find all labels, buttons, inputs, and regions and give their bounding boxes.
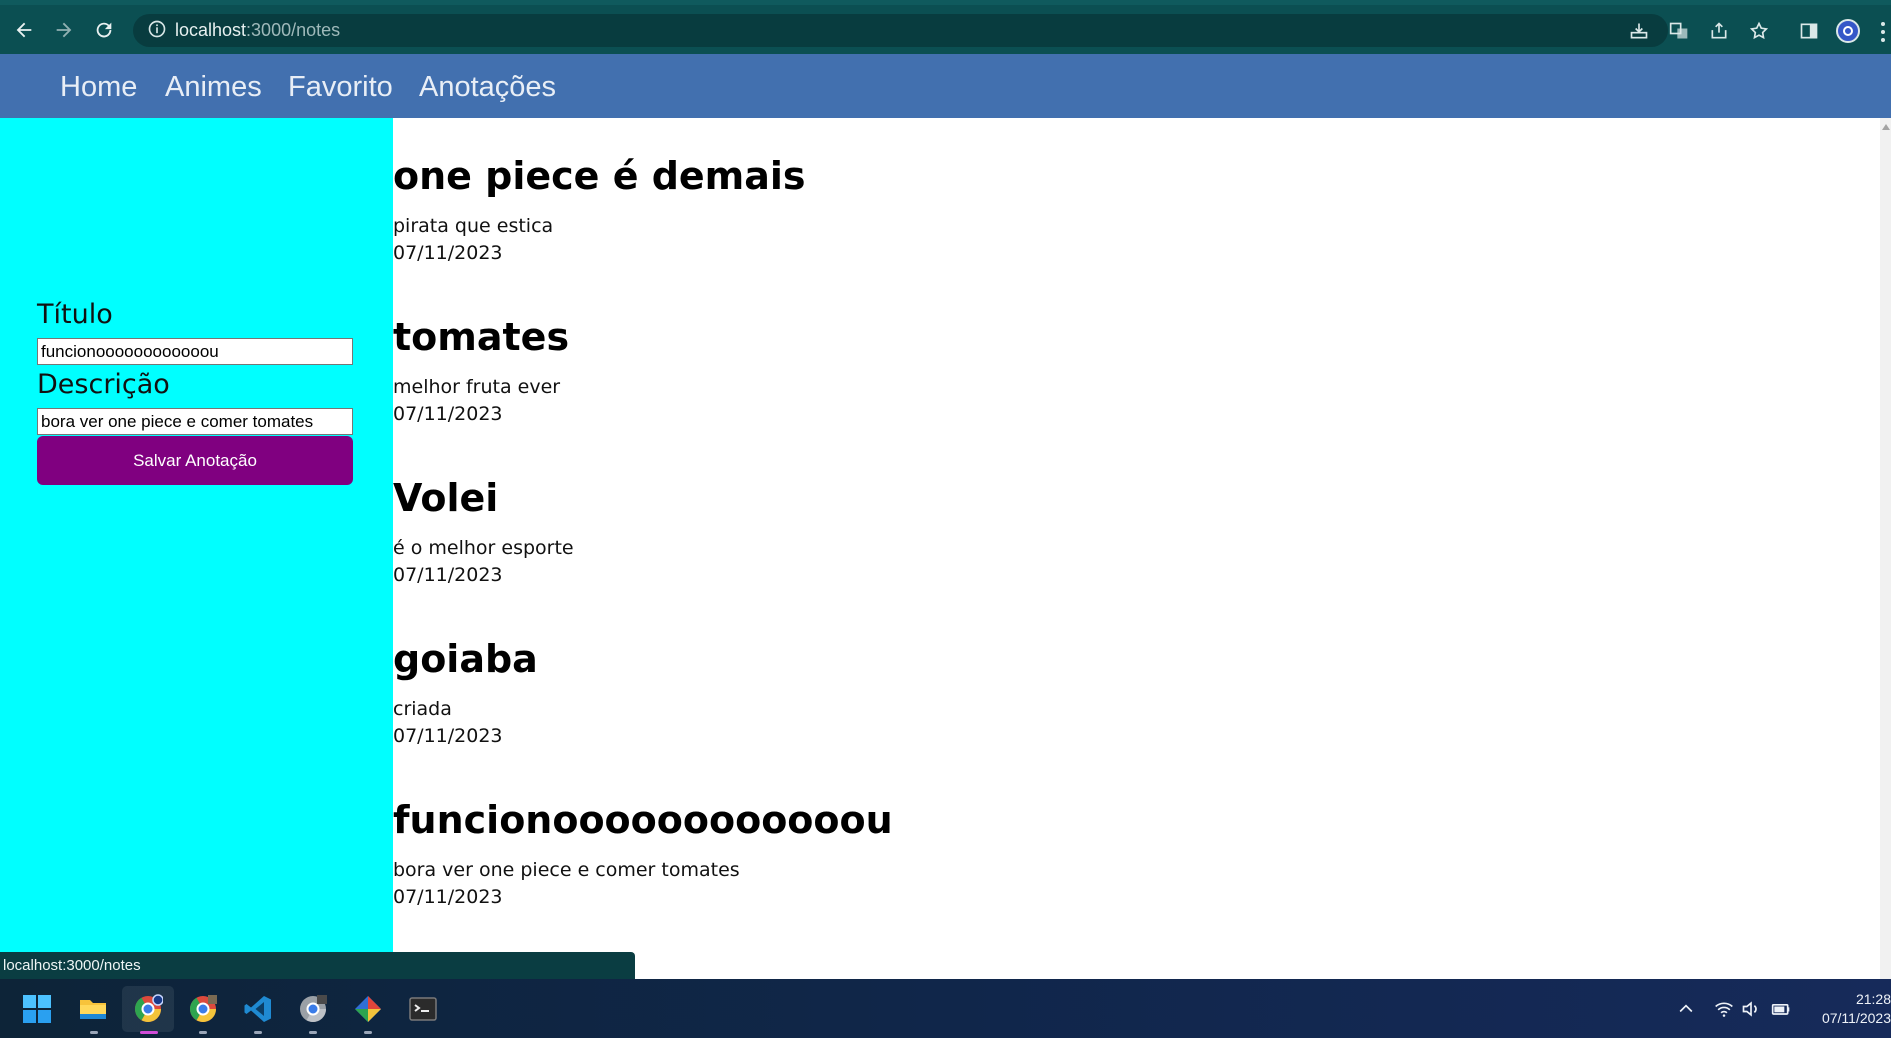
note-description: criada [393, 698, 452, 720]
title-label: Título [37, 299, 113, 330]
site-info-icon[interactable] [147, 19, 169, 41]
note-form-sidebar: Título funcionoooooooooooou Descrição bo… [0, 118, 393, 979]
address-url[interactable]: localhost:3000/notes [175, 19, 340, 41]
notes-list: one piece é demais pirata que estica 07/… [393, 118, 1880, 979]
app-running-indicator [364, 1031, 372, 1034]
chrome-profile-icon[interactable] [131, 992, 165, 1026]
page-scrollbar[interactable] [1880, 118, 1891, 979]
note-item: one piece é demais pirata que estica 07/… [393, 153, 1793, 267]
note-title: funcionoooooooooooou [393, 798, 893, 842]
back-icon[interactable] [9, 15, 39, 45]
windows-taskbar: 21:28 07/11/2023 [0, 979, 1891, 1038]
git-tool-icon[interactable] [351, 992, 385, 1026]
description-input[interactable]: bora ver one piece e comer tomates [37, 408, 353, 435]
wifi-icon[interactable] [1714, 999, 1736, 1021]
file-explorer-icon[interactable] [76, 992, 110, 1026]
note-title: goiaba [393, 637, 538, 681]
nav-link-animes[interactable]: Animes [165, 70, 262, 104]
install-app-icon[interactable] [1625, 17, 1653, 45]
address-bar[interactable] [133, 14, 1668, 47]
windows-start-icon[interactable] [20, 992, 54, 1026]
nav-link-anotacoes[interactable]: Anotações [419, 70, 556, 104]
url-host: localhost [175, 20, 247, 40]
note-date: 07/11/2023 [393, 725, 503, 747]
chrome-dev-icon[interactable] [296, 992, 330, 1026]
chrome-beta-icon[interactable] [186, 992, 220, 1026]
tray-overflow-chevron-icon[interactable] [1676, 999, 1698, 1021]
note-title: tomates [393, 315, 570, 359]
link-status-bubble: localhost:3000/notes [0, 952, 635, 979]
note-title: Volei [393, 476, 499, 520]
app-running-indicator [309, 1031, 317, 1034]
system-clock[interactable]: 21:28 07/11/2023 [1816, 990, 1891, 1028]
profile-avatar[interactable] [1836, 19, 1860, 43]
clock-date: 07/11/2023 [1821, 1010, 1891, 1026]
note-date: 07/11/2023 [393, 564, 503, 586]
active-app-indicator [140, 1031, 158, 1034]
side-panel-icon[interactable] [1795, 17, 1823, 45]
clock-time: 21:28 [1855, 991, 1891, 1007]
app-navbar: Home Animes Favorito Anotações [0, 54, 1891, 118]
volume-icon[interactable] [1741, 999, 1763, 1021]
battery-charging-icon[interactable] [1771, 999, 1793, 1021]
share-icon[interactable] [1705, 17, 1733, 45]
vscode-icon[interactable] [241, 992, 275, 1026]
forward-icon[interactable] [49, 15, 79, 45]
note-date: 07/11/2023 [393, 242, 503, 264]
browser-toolbar: localhost:3000/notes [0, 5, 1891, 54]
note-item: goiaba criada 07/11/2023 [393, 636, 1793, 750]
translate-icon[interactable] [1665, 17, 1693, 45]
note-description: pirata que estica [393, 215, 554, 237]
app-running-indicator [90, 1031, 98, 1034]
note-item: Volei é o melhor esporte 07/11/2023 [393, 475, 1793, 589]
app-running-indicator [199, 1031, 207, 1034]
note-item: tomates melhor fruta ever 07/11/2023 [393, 314, 1793, 428]
reload-icon[interactable] [89, 15, 119, 45]
note-description: melhor fruta ever [393, 376, 561, 398]
terminal-icon[interactable] [406, 992, 440, 1026]
nav-link-home[interactable]: Home [60, 70, 137, 104]
note-description: é o melhor esporte [393, 537, 574, 559]
nav-link-favorito[interactable]: Favorito [288, 70, 393, 104]
note-date: 07/11/2023 [393, 886, 503, 908]
bookmark-star-icon[interactable] [1745, 17, 1773, 45]
note-description: bora ver one piece e comer tomates [393, 859, 740, 881]
description-label: Descrição [37, 369, 170, 400]
url-path: :3000/notes [246, 20, 341, 40]
title-input[interactable]: funcionoooooooooooou [37, 338, 353, 365]
note-title: one piece é demais [393, 154, 806, 198]
browser-menu-icon[interactable] [1879, 21, 1887, 43]
scroll-up-icon[interactable] [1882, 124, 1890, 130]
note-date: 07/11/2023 [393, 403, 503, 425]
app-running-indicator [254, 1031, 262, 1034]
save-note-button[interactable]: Salvar Anotação [37, 436, 353, 485]
note-item: funcionoooooooooooou bora ver one piece … [393, 797, 1793, 911]
